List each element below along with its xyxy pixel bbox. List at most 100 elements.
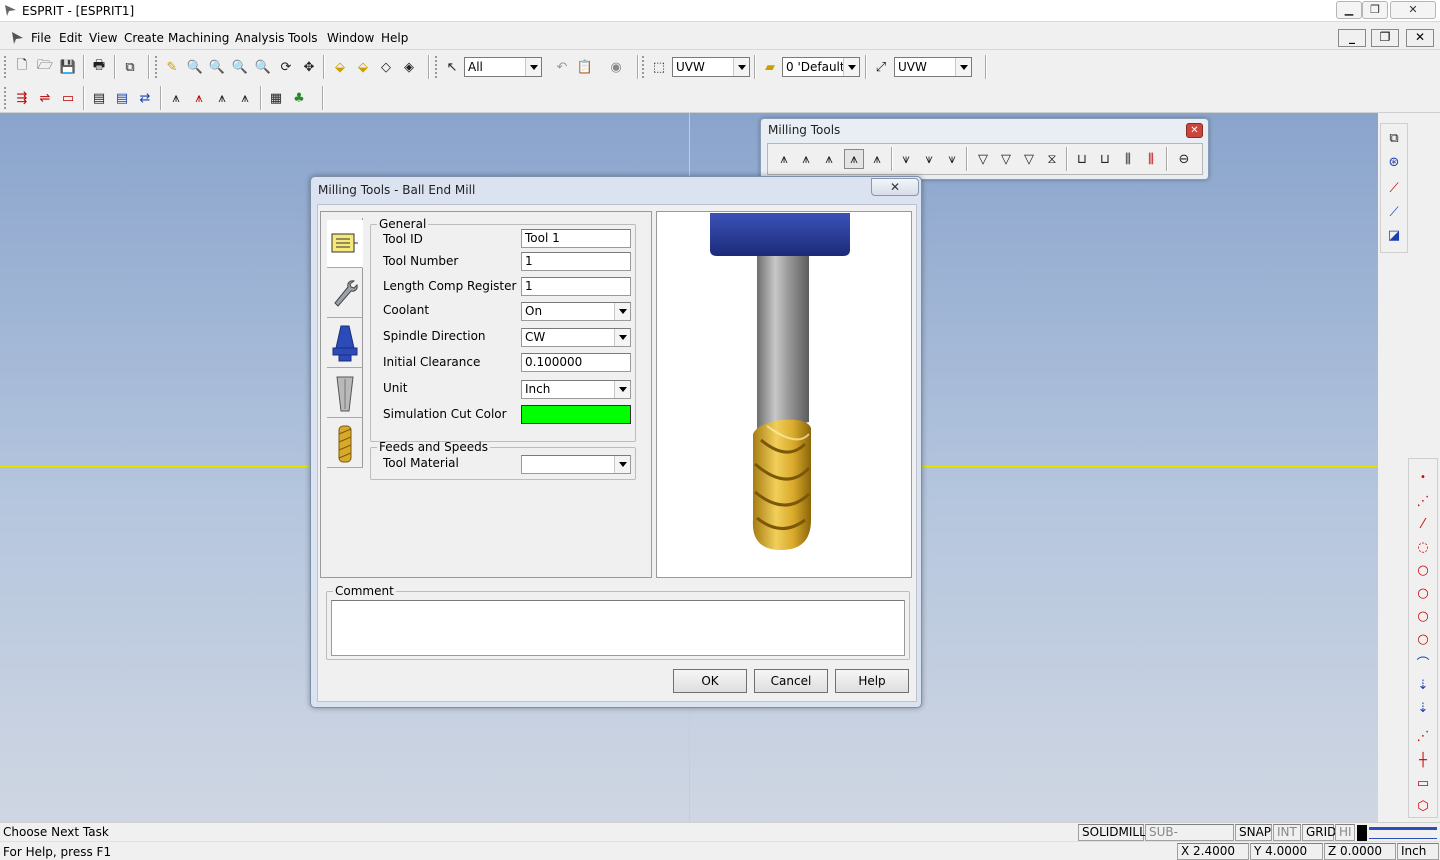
mdi-close-button[interactable]: ✕ [1406, 29, 1434, 47]
mdi-minimize-button[interactable]: _ [1338, 29, 1366, 47]
menu-edit[interactable]: Edit [59, 31, 82, 45]
point-grid-icon[interactable]: ⋰ [1413, 491, 1433, 511]
spot-drill-icon[interactable]: ⩛ [942, 149, 962, 169]
pan-icon[interactable]: ✥ [299, 57, 319, 77]
workplane-combo[interactable]: UVW [672, 57, 750, 77]
feature-chain-icon[interactable]: ⟋ [1384, 178, 1404, 198]
tab-cutter[interactable] [327, 420, 363, 468]
menu-help[interactable]: Help [381, 31, 408, 45]
tool-d-icon[interactable]: ⩚ [235, 88, 255, 108]
drill-icon[interactable]: ⩛ [896, 149, 916, 169]
redraw-icon[interactable]: ✎ [162, 57, 182, 77]
thread-mill-icon[interactable]: ⫼ [1118, 149, 1138, 169]
circle-icon[interactable]: ◌ [1413, 537, 1433, 557]
dialog-close-button[interactable]: ✕ [871, 178, 919, 196]
menu-window[interactable]: Window [327, 31, 374, 45]
boring-bar-icon[interactable]: ▽ [1019, 149, 1039, 169]
center-drill-icon[interactable]: ⩛ [919, 149, 939, 169]
dovetail-icon[interactable]: ⊔ [1095, 149, 1115, 169]
feature-pocket-icon[interactable]: ⟋ [1384, 202, 1404, 222]
countersink-icon[interactable]: ⧖ [1042, 149, 1062, 169]
restore-button[interactable]: ❐ [1362, 1, 1388, 19]
slot-mill-icon[interactable]: ⊔ [1072, 149, 1092, 169]
undo-icon[interactable]: ↶ [552, 57, 572, 77]
simulate-icon[interactable]: ▤ [89, 88, 109, 108]
tool-b-icon[interactable]: ⩚ [189, 88, 209, 108]
tool-a-icon[interactable]: ⩚ [166, 88, 186, 108]
spindle-direction-select[interactable]: CW [521, 328, 631, 347]
zoom-fit-icon[interactable]: 🔍 [253, 57, 273, 77]
polygon-icon[interactable]: ⬡ [1413, 796, 1433, 816]
wireframe-icon[interactable]: ◇ [376, 57, 396, 77]
zoom-out-icon[interactable]: 🔍 [230, 57, 250, 77]
tool-c-icon[interactable]: ⩚ [212, 88, 232, 108]
tool-number-input[interactable]: 1 [521, 252, 631, 271]
sim-cut-color-swatch[interactable] [521, 405, 631, 424]
mdi-restore-button[interactable]: ❐ [1371, 29, 1399, 47]
initial-clearance-input[interactable]: 0.100000 [521, 353, 631, 372]
hi-mode[interactable]: HI [1335, 824, 1355, 841]
ball-end-mill-icon[interactable]: ⩚ [844, 149, 864, 169]
chain-icon[interactable]: ⇣ [1413, 698, 1433, 718]
comment-textarea[interactable] [331, 600, 905, 656]
int-mode[interactable]: INT [1273, 824, 1301, 841]
feature-icon[interactable]: ⧉ [1384, 128, 1404, 148]
solidmill-mode[interactable]: SOLIDMILL [1078, 824, 1146, 841]
tool-material-select[interactable] [521, 455, 631, 474]
work-coordinate-combo[interactable]: UVW [894, 57, 972, 77]
feature-solid-icon[interactable]: ◪ [1384, 225, 1404, 245]
selection-filter-combo[interactable]: All [464, 57, 542, 77]
cross-icon[interactable]: ┼ [1413, 750, 1433, 770]
ok-button[interactable]: OK [673, 669, 747, 693]
unit-select[interactable]: Inch [521, 380, 631, 399]
grid-mode[interactable]: GRID [1302, 824, 1336, 841]
tap-icon[interactable]: ▽ [996, 149, 1016, 169]
reamer-icon[interactable]: ▽ [973, 149, 993, 169]
circle-2-icon[interactable]: ○ [1413, 560, 1433, 580]
circle-3-icon[interactable]: ○ [1413, 583, 1433, 603]
cancel-button[interactable]: Cancel [754, 669, 828, 693]
close-button[interactable]: ✕ [1390, 1, 1436, 19]
arc-icon[interactable]: ⌒ [1413, 652, 1433, 672]
hidden-line-icon[interactable]: ◈ [399, 57, 419, 77]
stock-icon[interactable]: ▭ [58, 88, 78, 108]
coolant-select[interactable]: On [521, 302, 631, 321]
workplane-icon[interactable]: ⬚ [649, 57, 669, 77]
zoom-window-icon[interactable]: 🔍 [185, 57, 205, 77]
chamfer-mill-icon[interactable]: ⫼ [1141, 149, 1161, 169]
layer-icon[interactable]: ▰ [760, 57, 780, 77]
post-icon[interactable]: ▦ [266, 88, 286, 108]
face-mill-icon[interactable]: ⩚ [774, 149, 794, 169]
tab-collet[interactable] [327, 370, 363, 418]
axis-icon[interactable]: ⤢ [871, 57, 891, 77]
tab-general[interactable] [327, 220, 363, 268]
line-icon[interactable]: ⁄ [1413, 514, 1433, 534]
feature-tree-icon[interactable]: ⊛ [1384, 152, 1404, 172]
menu-file[interactable]: File [31, 31, 51, 45]
paste-icon[interactable]: 📋 [575, 57, 595, 77]
print-icon[interactable]: 🖶 [89, 57, 109, 77]
select-arrow-icon[interactable]: ↖ [442, 57, 462, 77]
end-mill-icon[interactable]: ⩚ [796, 149, 816, 169]
open-file-icon[interactable]: 🗁 [35, 57, 55, 77]
simulate-solid-icon[interactable]: ▤ [112, 88, 132, 108]
help-button[interactable]: Help [835, 669, 909, 693]
ball-mill-icon[interactable]: ⩚ [819, 149, 839, 169]
tab-holder[interactable] [327, 270, 363, 318]
menu-tools[interactable]: Tools [288, 31, 318, 45]
length-comp-input[interactable]: 1 [521, 277, 631, 296]
tool-library-icon[interactable]: ⊖ [1174, 149, 1194, 169]
circle-4-icon[interactable]: ○ [1413, 606, 1433, 626]
nc-code-icon[interactable]: ♣ [289, 88, 309, 108]
minimize-button[interactable]: ▁ [1336, 1, 1362, 19]
menu-analysis[interactable]: Analysis [235, 31, 284, 45]
pattern-icon[interactable]: ⋰ [1413, 726, 1433, 746]
copy-icon[interactable]: ⧉ [120, 57, 140, 77]
save-icon[interactable]: 💾 [58, 57, 78, 77]
simulate-step-icon[interactable]: ⇄ [135, 88, 155, 108]
shade-icon[interactable]: ⬙ [330, 57, 350, 77]
shade-edges-icon[interactable]: ⬙ [353, 57, 373, 77]
zoom-in-icon[interactable]: 🔍 [207, 57, 227, 77]
rectangle-icon[interactable]: ▭ [1413, 773, 1433, 793]
rebuild-icon[interactable]: ⇌ [35, 88, 55, 108]
